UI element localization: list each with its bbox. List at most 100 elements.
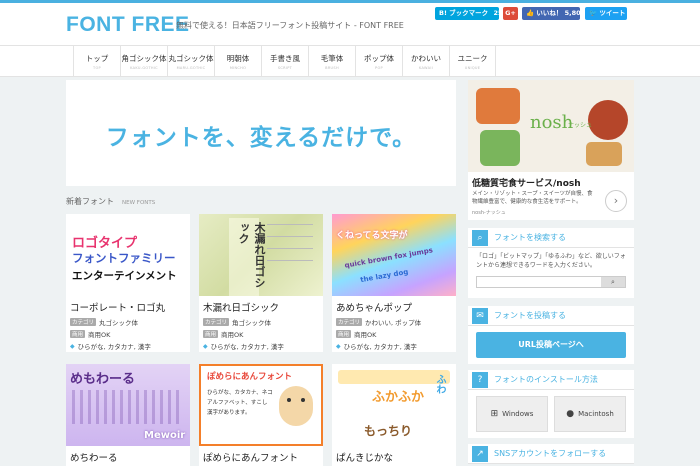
- font-license: 商用OK: [88, 331, 111, 339]
- font-category[interactable]: 丸ゴシック体: [99, 317, 138, 327]
- category-badge: カテゴリ: [70, 318, 97, 326]
- font-card[interactable]: ロゴタイプ フォントファミリー エンターテインメント コーポレート・ロゴ丸 カテ…: [66, 214, 190, 352]
- font-title[interactable]: 木漏れ日ゴシック: [199, 296, 323, 316]
- font-preview-image: くねってる文字が quick brown fox jumps the lazy …: [332, 214, 456, 296]
- preview-line: めもわーる: [70, 372, 136, 387]
- upload-icon: ✉: [472, 307, 488, 324]
- twitter-icon: 🐦: [589, 9, 598, 17]
- search-input[interactable]: ⌕: [476, 276, 626, 288]
- font-tags[interactable]: ひらがな, カタカナ, 漢字: [211, 341, 284, 351]
- nav-item-top[interactable]: トップ TOP: [73, 46, 120, 76]
- font-title[interactable]: めちわーる: [66, 446, 190, 466]
- font-preview-image: ふかふか ふわ もっちり: [332, 364, 456, 446]
- nav-item-unique[interactable]: ユニーク UNIQUE: [449, 46, 496, 76]
- preview-line: the lazy dog: [359, 267, 409, 285]
- preview-line: ロゴタイプ: [72, 236, 138, 251]
- font-preview-image: めもわーる Mewoir: [66, 364, 190, 446]
- nav-sublabel: BRUSH: [325, 66, 339, 70]
- gplus-button[interactable]: G+: [503, 7, 518, 20]
- preview-line: Mewoir: [144, 430, 186, 441]
- nav-item-mincho[interactable]: 明朝体 MINCHO: [214, 46, 261, 76]
- site-tagline: 無料で使える！日本語フリーフォント投稿サイト - FONT FREE: [176, 21, 404, 30]
- ad-title[interactable]: 低糖質宅食サービス/nosh: [472, 176, 581, 189]
- nav-item-maru-gothic[interactable]: 丸ゴシック体 MARU-GOTHIC: [167, 46, 214, 76]
- nav-item-script[interactable]: 手書き風 SCRIPT: [261, 46, 308, 76]
- license-badge: 商用: [203, 330, 219, 338]
- nav-item-kawaii[interactable]: かわいい KAWAII: [402, 46, 449, 76]
- font-preview-image: ロゴタイプ フォントファミリー エンターテインメント: [66, 214, 190, 296]
- url-post-button[interactable]: URL投稿ページへ: [476, 332, 626, 358]
- preview-line: ひらがな、カタカナ、ネコ: [207, 390, 273, 396]
- tag-icon: ◆: [336, 342, 341, 350]
- font-tags[interactable]: ひらがな, カタカナ, 漢字: [78, 341, 151, 351]
- nav-sublabel: KAWAII: [419, 66, 433, 70]
- preview-line: ふわ: [434, 374, 445, 394]
- nav-sublabel: POP: [375, 66, 383, 70]
- widget-title: フォントを検索する: [494, 233, 566, 242]
- font-tags-row: ◆ ひらがな, カタカナ, 漢字: [199, 340, 323, 352]
- install-widget: ? フォントのインストール方法 ⊞ Windows ● Macintosh: [468, 370, 634, 438]
- preview-line: ふかふか: [372, 390, 425, 405]
- widget-title: SNSアカウントをフォローする: [494, 449, 607, 458]
- widget-header: ⌕ フォントを検索する: [468, 228, 634, 248]
- pomeranian-illustration: [279, 386, 313, 426]
- category-badge: カテゴリ: [336, 318, 363, 326]
- widget-header: ? フォントのインストール方法: [468, 370, 634, 390]
- search-icon: ⌕: [472, 229, 488, 246]
- section-title: 新着フォント: [66, 197, 114, 206]
- font-title[interactable]: ぽめらにあんフォント: [199, 446, 323, 466]
- font-category-row: カテゴリ かわいい, ポップ体: [332, 316, 456, 328]
- search-button[interactable]: ⌕: [601, 277, 625, 287]
- nav-label: 毛筆体: [320, 54, 344, 63]
- font-preview-image: ぽめらにあんフォント ひらがな、カタカナ、ネコ アルファベット、すこし 漢字があ…: [199, 364, 323, 446]
- facebook-like-button[interactable]: 👍 いいね！ 5,804: [522, 7, 585, 20]
- nav-label: トップ: [85, 54, 109, 63]
- font-card[interactable]: ぽめらにあんフォント ひらがな、カタカナ、ネコ アルファベット、すこし 漢字があ…: [199, 364, 323, 466]
- preview-line: エンターテインメント: [72, 270, 177, 282]
- chevron-right-icon[interactable]: ›: [605, 190, 627, 212]
- font-title[interactable]: ぱんきじかな: [332, 446, 456, 466]
- section-heading: 新着フォント NEW FONTS: [66, 196, 155, 207]
- macintosh-label: Macintosh: [578, 410, 614, 418]
- nav-sublabel: MINCHO: [229, 66, 247, 70]
- font-title[interactable]: コーポレート・ロゴ丸: [66, 296, 190, 316]
- font-category[interactable]: 角ゴシック体: [232, 317, 271, 327]
- widget-title: フォントを投稿する: [494, 311, 566, 320]
- nav-item-kaku-gothic[interactable]: 角ゴシック体 KAKU-GOTHIC: [120, 46, 167, 76]
- hero-banner[interactable]: フォントを、変えるだけで。: [66, 80, 456, 186]
- sns-widget: ↗ SNSアカウントをフォローする: [468, 444, 634, 464]
- hatena-bookmark-button[interactable]: B! ブックマーク 25: [435, 7, 503, 20]
- macintosh-button[interactable]: ● Macintosh: [554, 396, 626, 432]
- fb-like-label: いいね！: [536, 9, 563, 17]
- font-card[interactable]: 木漏れ日ゴシック 木漏れ日ゴシック カテゴリ 角ゴシック体 商用 商用OK ◆ ひらが…: [199, 214, 323, 352]
- license-badge: 商用: [336, 330, 352, 338]
- font-tags-row: ◆ ひらがな, カタカナ, 漢字: [66, 340, 190, 352]
- site-header: FONT FREE 無料で使える！日本語フリーフォント投稿サイト - FONT …: [0, 3, 700, 45]
- windows-button[interactable]: ⊞ Windows: [476, 396, 548, 432]
- apple-icon: ●: [566, 409, 575, 419]
- font-category[interactable]: かわいい, ポップ体: [365, 317, 421, 327]
- windows-icon: ⊞: [490, 409, 499, 419]
- nav-label: ポップ体: [364, 54, 394, 63]
- font-tags-row: ◆ ひらがな, カタカナ, 漢字: [332, 340, 456, 352]
- font-card[interactable]: めもわーる Mewoir めちわーる: [66, 364, 190, 466]
- category-badge: カテゴリ: [203, 318, 230, 326]
- font-tags[interactable]: ひらがな, カタカナ, 漢字: [344, 341, 417, 351]
- tweet-button[interactable]: 🐦 ツイート: [585, 7, 627, 20]
- search-widget: ⌕ フォントを検索する 「ロゴ」「ビットマップ」「ゆるふわ」など、欲しいフォントか…: [468, 228, 634, 298]
- preview-line: 漢字があります。: [207, 410, 251, 416]
- site-logo[interactable]: FONT FREE: [66, 13, 190, 37]
- nav-item-brush[interactable]: 毛筆体 BRUSH: [308, 46, 355, 76]
- preview-line: ぽめらにあんフォント: [207, 372, 293, 382]
- nav-sublabel: SCRIPT: [277, 66, 293, 70]
- font-category-row: カテゴリ 丸ゴシック体: [66, 316, 190, 328]
- font-card[interactable]: くねってる文字が quick brown fox jumps the lazy …: [332, 214, 456, 352]
- ad-brand-sub: ナッシュ: [568, 122, 593, 129]
- font-card[interactable]: ふかふか ふわ もっちり ぱんきじかな: [332, 364, 456, 466]
- thumbs-up-icon: 👍: [526, 9, 535, 17]
- fb-like-count: 5,804: [564, 9, 586, 17]
- font-title[interactable]: あめちゃんポップ: [332, 296, 456, 316]
- ad-banner[interactable]: nosh ナッシュ 低糖質宅食サービス/nosh メイン・リゾット・スープ・スイ…: [468, 80, 634, 220]
- preview-line: 木漏れ日ゴシック: [237, 222, 266, 288]
- nav-item-pop[interactable]: ポップ体 POP: [355, 46, 402, 76]
